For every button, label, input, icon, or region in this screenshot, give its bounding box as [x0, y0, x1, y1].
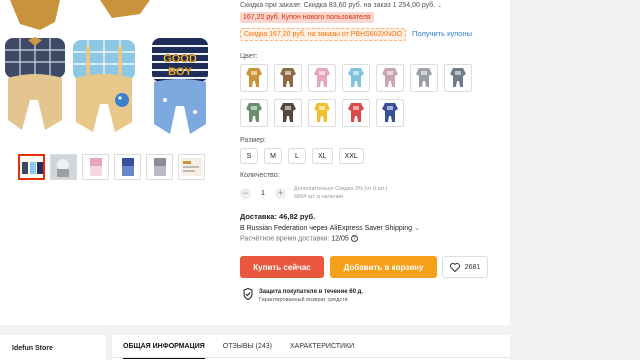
- shipping-method-row[interactable]: В Russian Federation через AliExpress Sa…: [240, 224, 420, 232]
- size-option-l[interactable]: L: [288, 148, 306, 164]
- color-swatch-chocolate-overalls[interactable]: [274, 99, 302, 127]
- color-swatch-mauve-overalls[interactable]: [376, 64, 404, 92]
- size-options: S M L XL XXL: [240, 148, 364, 164]
- tabs-divider: [112, 357, 510, 358]
- delivery-eta-row: Расчётное время доставки: 12/05 ?: [240, 235, 358, 242]
- shipping-title: Доставка: 46,82 руб.: [240, 212, 316, 221]
- buyer-protection: Защита покупателя в течение 60 д. Гарант…: [243, 288, 363, 304]
- main-product-image[interactable]: GOOD BOY: [0, 0, 210, 140]
- bulk-discount-text: Скидка при заказе: Скидка 83,60 руб. на …: [240, 2, 436, 9]
- protection-title: Защита покупателя в течение 60 д.: [259, 289, 364, 295]
- color-swatch-blue-overalls[interactable]: [342, 64, 370, 92]
- wishlist-button[interactable]: 2681: [442, 256, 488, 278]
- get-coupons-link[interactable]: Получить купоны: [412, 29, 472, 38]
- product-page: GOOD BOY Скидка при заказе: Скидка 83,60…: [0, 0, 640, 360]
- buy-now-button[interactable]: Купить сейчас: [240, 256, 324, 278]
- color-label: Цвет:: [240, 53, 258, 60]
- color-swatch-navy-overalls[interactable]: [376, 99, 404, 127]
- tab-1[interactable]: ОТЗЫВЫ (243): [223, 343, 272, 350]
- color-swatch-red-stripe-overalls[interactable]: [342, 99, 370, 127]
- color-swatch-brown-overalls[interactable]: [240, 64, 268, 92]
- shipping-method: В Russian Federation через AliExpress Sa…: [240, 225, 413, 232]
- quantity-stepper: − 1 + Дополнительно Скидка 3% (от 6 шт.)…: [240, 185, 387, 201]
- thumbnail-4[interactable]: [114, 154, 141, 180]
- thumbnail-1[interactable]: [18, 154, 45, 180]
- size-option-xl[interactable]: XL: [312, 148, 333, 164]
- coupon-row: Скидка 167,20 руб. на заказы от PBHS602X…: [240, 28, 472, 41]
- quantity-notes: Дополнительно Скидка 3% (от 6 шт.) 5884 …: [294, 185, 387, 201]
- add-to-cart-button[interactable]: Добавить в корзину: [330, 256, 437, 278]
- svg-text:GOOD: GOOD: [163, 53, 197, 65]
- quantity-plus-button[interactable]: +: [275, 187, 286, 199]
- color-swatch-green-overalls[interactable]: [240, 99, 268, 127]
- chevron-down-icon: ⌄: [414, 225, 420, 232]
- thumbnail-6[interactable]: [178, 154, 205, 180]
- shield-check-icon: [243, 288, 253, 300]
- delivery-eta-label: Расчётное время доставки:: [240, 235, 330, 243]
- tab-0[interactable]: ОБЩАЯ ИНФОРМАЦИЯ: [123, 343, 205, 359]
- svg-text:BOY: BOY: [168, 66, 193, 78]
- product-gallery: GOOD BOY: [0, 0, 225, 190]
- bulk-extra-discount-note: Дополнительно Скидка 3% (от 6 шт.): [294, 186, 388, 192]
- color-swatch-pink-overalls[interactable]: [308, 64, 336, 92]
- store-coupon-tag[interactable]: Скидка 167,20 руб. на заказы от PBHS602X…: [240, 28, 407, 41]
- thumbnail-3[interactable]: [82, 154, 109, 180]
- new-user-coupon-pill[interactable]: 167,20 руб. Купон нового пользователя: [240, 12, 374, 23]
- question-icon[interactable]: ?: [350, 235, 358, 242]
- thumbnail-5[interactable]: [146, 154, 173, 180]
- new-user-coupon-row: 167,20 руб. Купон нового пользователя: [240, 12, 374, 23]
- color-swatch-dark-overalls[interactable]: [274, 64, 302, 92]
- color-swatch-slate-overalls[interactable]: [444, 64, 472, 92]
- heart-icon: [449, 262, 460, 272]
- bottom-section: Idefun Store ОБЩАЯ ИНФОРМАЦИЯ ОТЗЫВЫ (243…: [0, 333, 640, 360]
- quantity-value[interactable]: 1: [257, 190, 269, 197]
- quantity-label: Количество:: [240, 172, 280, 179]
- wishlist-count: 2681: [464, 263, 481, 271]
- product-card: GOOD BOY Скидка при заказе: Скидка 83,60…: [0, 0, 510, 325]
- chevron-down-icon[interactable]: ⌄: [437, 3, 442, 9]
- size-option-m[interactable]: M: [264, 148, 282, 164]
- store-name[interactable]: Idefun Store: [0, 335, 106, 360]
- thumbnail-2[interactable]: [50, 154, 77, 180]
- color-swatch-grey-overalls[interactable]: [410, 64, 438, 92]
- thumbnail-strip: [18, 154, 205, 180]
- size-option-s[interactable]: S: [240, 148, 258, 164]
- size-label: Размер:: [240, 137, 267, 144]
- color-swatch-grid: [240, 64, 472, 127]
- bulk-discount-note: Скидка при заказе: Скидка 83,60 руб. на …: [240, 2, 442, 9]
- quantity-minus-button[interactable]: −: [240, 187, 251, 199]
- delivery-eta-value: 12/05: [331, 235, 349, 243]
- tab-2[interactable]: ХАРАКТЕРИСТИКИ: [290, 343, 354, 350]
- color-swatch-yellow-overalls[interactable]: [308, 99, 336, 127]
- protection-subtitle: Гарантированный возврат средств: [259, 297, 348, 303]
- stock-note: 5884 шт. в наличии: [294, 194, 343, 200]
- size-option-xxl[interactable]: XXL: [338, 148, 364, 164]
